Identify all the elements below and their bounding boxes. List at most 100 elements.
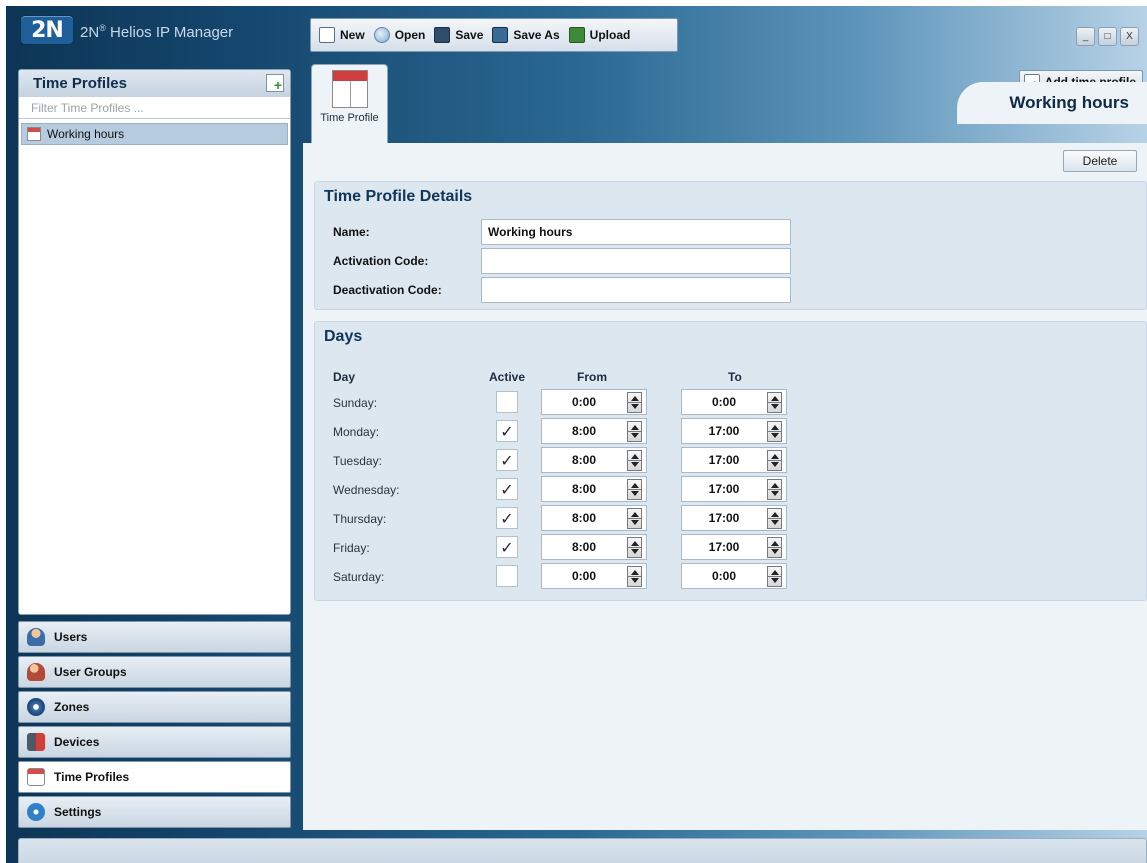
spinner-icon[interactable] [627,421,642,442]
from-time-field[interactable]: 8:00 [541,418,647,444]
filter-input[interactable] [19,97,290,119]
to-time-field[interactable]: 0:00 [681,563,787,589]
spinner-icon[interactable] [767,450,782,471]
spinner-icon[interactable] [627,450,642,471]
open-button[interactable]: Open [373,27,425,43]
nav-label: Time Profiles [54,770,130,784]
day-label: Sunday: [333,396,378,410]
product-name: Helios IP Manager [110,24,234,41]
day-active-checkbox[interactable]: ✓ [496,420,518,442]
day-row: Friday: ✓ 8:00 17:00 [315,533,1146,561]
day-label: Thursday: [333,512,387,526]
to-time-field[interactable]: 17:00 [681,476,787,502]
day-row: Thursday: ✓ 8:00 17:00 [315,504,1146,532]
nav-item-settings[interactable]: Settings [18,796,291,828]
from-time-field[interactable]: 8:00 [541,534,647,560]
nav-item-time-profiles[interactable]: Time Profiles [18,761,291,793]
deactivation-code-field[interactable] [481,277,791,303]
save-icon [434,27,451,43]
active-header: Active [489,370,526,384]
spinner-icon[interactable] [627,392,642,413]
spinner-icon[interactable] [767,479,782,500]
from-time-field[interactable]: 8:00 [541,505,647,531]
name-field[interactable] [481,219,791,245]
calendar-icon [27,127,41,141]
deactivation-code-label: Deactivation Code: [333,283,442,297]
day-label: Saturday: [333,570,385,584]
tab-time-profile[interactable]: Time Profile [311,64,388,143]
day-row: Sunday: 0:00 0:00 [315,388,1146,416]
day-active-checkbox[interactable]: ✓ [496,478,518,500]
spinner-divider [628,431,641,432]
spinner-icon[interactable] [767,537,782,558]
profile-title-tab: Working hours [957,82,1147,124]
nav-item-user-groups[interactable]: User Groups [18,656,291,688]
logo-mark: 2N [20,15,74,45]
delete-button[interactable]: Delete [1063,150,1137,172]
minimize-button[interactable]: _ [1076,27,1095,46]
maximize-button[interactable]: □ [1098,27,1117,46]
close-button[interactable]: X [1120,27,1139,46]
nav-label: Users [54,630,88,644]
spinner-divider [628,460,641,461]
nav-item-users[interactable]: Users [18,621,291,653]
spinner-icon[interactable] [627,537,642,558]
to-time-field[interactable]: 0:00 [681,389,787,415]
from-time-field[interactable]: 0:00 [541,389,647,415]
spinner-icon[interactable] [767,421,782,442]
to-time-field[interactable]: 17:00 [681,447,787,473]
save-as-button[interactable]: Save As [492,27,560,43]
tab-label: Time Profile [320,112,379,124]
devices-icon [27,733,45,751]
time-profiles-pane: Time Profiles Working hours [18,69,291,615]
day-label: Monday: [333,425,380,439]
spinner-icon[interactable] [767,392,782,413]
calendar-icon [331,70,368,108]
upload-button[interactable]: Upload [568,27,630,43]
from-time-field[interactable]: 8:00 [541,476,647,502]
list-item[interactable]: Working hours [21,123,288,145]
spinner-icon[interactable] [627,566,642,587]
time-profiles-icon [27,768,45,786]
day-active-checkbox[interactable]: ✓ [496,507,518,529]
spinner-icon[interactable] [627,479,642,500]
spinner-icon[interactable] [767,508,782,529]
list-item-label: Working hours [47,127,125,141]
save-button[interactable]: Save [434,27,483,43]
to-time-value: 17:00 [708,540,740,554]
to-header: To [728,370,742,384]
logo-brand: 2N [80,24,100,41]
day-row: Saturday: 0:00 0:00 [315,562,1146,590]
day-active-checkbox[interactable]: ✓ [496,449,518,471]
from-time-field[interactable]: 0:00 [541,563,647,589]
profile-title: Working hours [1009,93,1129,112]
from-time-value: 8:00 [571,482,597,496]
section-title: Time Profile Details [324,188,473,205]
nav-item-devices[interactable]: Devices [18,726,291,758]
to-time-value: 17:00 [708,511,740,525]
to-time-value: 0:00 [711,395,737,409]
day-label: Tuesday: [333,454,382,468]
app-window: 2N 2N® Helios IP Manager New Open Save S… [6,6,1147,863]
day-active-checkbox[interactable]: ✓ [496,536,518,558]
to-time-field[interactable]: 17:00 [681,418,787,444]
users-icon [27,628,45,646]
day-active-checkbox[interactable] [496,391,518,413]
day-active-checkbox[interactable] [496,565,518,587]
activation-code-field[interactable] [481,248,791,274]
add-profile-icon[interactable] [266,74,284,93]
new-button[interactable]: New [319,27,365,43]
nav-item-zones[interactable]: Zones [18,691,291,723]
day-label: Friday: [333,541,370,555]
from-time-field[interactable]: 8:00 [541,447,647,473]
spinner-icon[interactable] [767,566,782,587]
to-time-value: 17:00 [708,482,740,496]
section-title: Days [324,328,363,345]
to-time-field[interactable]: 17:00 [681,505,787,531]
new-file-icon [319,27,335,43]
spinner-icon[interactable] [627,508,642,529]
to-time-field[interactable]: 17:00 [681,534,787,560]
window-controls: _ □ X [1076,27,1139,46]
day-label: Wednesday: [333,483,400,497]
to-time-value: 0:00 [711,569,737,583]
